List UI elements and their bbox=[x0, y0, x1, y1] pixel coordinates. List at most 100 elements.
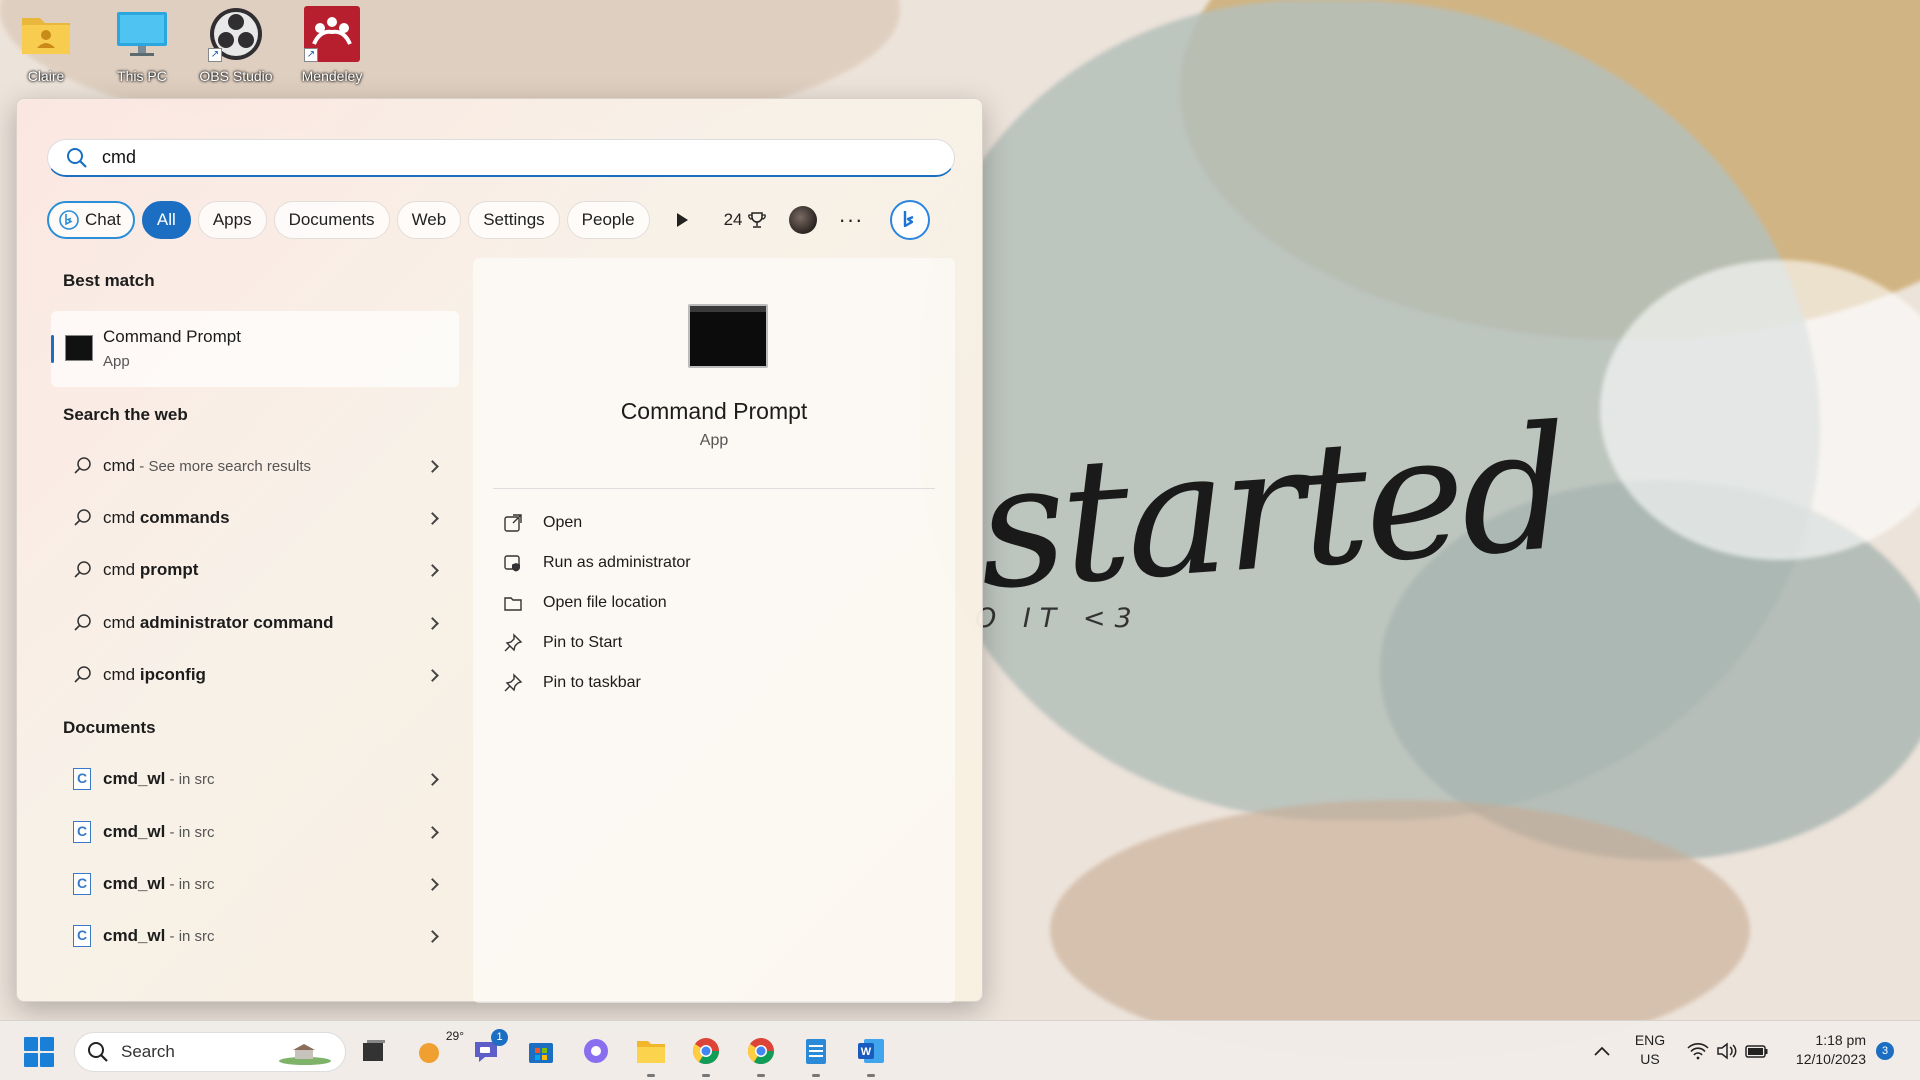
clock[interactable]: 1:18 pm 12/10/2023 bbox=[1786, 1031, 1866, 1069]
action-pin-to-start[interactable]: Pin to Start bbox=[503, 628, 622, 658]
taskbar: Search 29° 1 W ENG US 1:18 pm 12/10/2023… bbox=[0, 1020, 1920, 1080]
pin-icon bbox=[504, 633, 523, 652]
bing-icon bbox=[903, 211, 913, 228]
filter-settings[interactable]: Settings bbox=[468, 201, 560, 239]
document-location: - in src bbox=[165, 928, 215, 945]
clock-date: 12/10/2023 bbox=[1795, 1051, 1866, 1067]
chevron-right-icon[interactable] bbox=[426, 772, 439, 786]
notification-badge[interactable]: 3 bbox=[1876, 1042, 1894, 1060]
chrome-icon bbox=[747, 1038, 775, 1065]
filter-chat[interactable]: Chat bbox=[47, 201, 135, 239]
web-result-row[interactable]: cmd prompt bbox=[51, 548, 459, 592]
show-hidden-icons-button[interactable] bbox=[1584, 1033, 1620, 1069]
search-input[interactable] bbox=[102, 147, 902, 168]
taskbar-chrome-profile-2[interactable] bbox=[743, 1033, 779, 1077]
filter-web[interactable]: Web bbox=[396, 201, 462, 239]
command-prompt-icon bbox=[688, 304, 768, 368]
mendeley-icon: ↗ bbox=[304, 6, 360, 62]
chevron-right-icon[interactable] bbox=[426, 459, 439, 473]
search-icon bbox=[74, 509, 91, 526]
chevron-right-icon[interactable] bbox=[426, 877, 439, 891]
taskbar-search-label: Search bbox=[121, 1042, 175, 1061]
taskbar-file-explorer[interactable] bbox=[633, 1033, 669, 1077]
document-location: - in src bbox=[165, 824, 215, 841]
desktop-icon-obs[interactable]: ↗ OBS Studio bbox=[194, 6, 278, 84]
search-icon bbox=[74, 457, 91, 474]
chevron-right-icon[interactable] bbox=[426, 668, 439, 682]
web-result-prefix: cmd bbox=[103, 456, 136, 475]
search-icon bbox=[74, 614, 91, 631]
desktop-icon-mendeley[interactable]: ↗ Mendeley bbox=[290, 6, 374, 84]
shortcut-arrow-icon: ↗ bbox=[208, 48, 222, 62]
web-result-prefix: cmd bbox=[103, 560, 140, 579]
user-folder-icon bbox=[18, 6, 74, 62]
more-options-icon[interactable]: ··· bbox=[839, 207, 864, 233]
taskbar-chrome-profile-1[interactable] bbox=[688, 1033, 724, 1077]
action-open-file-location[interactable]: Open file location bbox=[503, 588, 667, 618]
document-name: cmd_wl bbox=[103, 822, 166, 841]
preview-app-type: App bbox=[699, 432, 729, 449]
filter-apps[interactable]: Apps bbox=[197, 201, 267, 239]
start-button[interactable] bbox=[24, 1037, 54, 1067]
action-open[interactable]: Open bbox=[503, 508, 582, 538]
pin-icon bbox=[504, 673, 523, 692]
language-indicator[interactable]: ENG US bbox=[1634, 1031, 1666, 1069]
chevron-right-icon[interactable] bbox=[426, 563, 439, 577]
bing-chat-icon bbox=[59, 210, 79, 230]
taskbar-store[interactable] bbox=[523, 1033, 559, 1069]
best-match-item[interactable]: Command Prompt App bbox=[51, 311, 459, 387]
chevron-right-icon[interactable] bbox=[426, 616, 439, 630]
web-result-row[interactable]: cmd administrator command bbox=[51, 601, 459, 645]
document-result-row[interactable]: C cmd_wl - in src bbox=[51, 862, 459, 906]
taskbar-teams[interactable]: 1 bbox=[468, 1029, 508, 1069]
more-filters-arrow-icon[interactable] bbox=[676, 213, 688, 227]
shield-admin-icon bbox=[504, 555, 520, 572]
document-name: cmd_wl bbox=[103, 874, 166, 893]
action-label: Pin to Start bbox=[543, 634, 623, 651]
filter-people[interactable]: People bbox=[566, 201, 650, 239]
taskbar-word[interactable]: W bbox=[853, 1033, 889, 1077]
chevron-right-icon[interactable] bbox=[426, 825, 439, 839]
desktop-icon-claire[interactable]: Claire bbox=[4, 6, 88, 84]
filter-documents[interactable]: Documents bbox=[273, 201, 390, 239]
volume-icon bbox=[1717, 1042, 1737, 1060]
action-run-as-admin[interactable]: Run as administrator bbox=[503, 548, 691, 578]
monitor-icon bbox=[114, 6, 170, 62]
taskbar-search-box[interactable]: Search bbox=[74, 1032, 346, 1072]
search-icon bbox=[67, 147, 87, 168]
filter-all[interactable]: All bbox=[141, 201, 191, 239]
rewards-points[interactable]: 24 bbox=[724, 210, 767, 230]
document-result-row[interactable]: C cmd_wl - in src bbox=[51, 757, 459, 801]
teams-badge: 1 bbox=[491, 1029, 508, 1046]
user-avatar[interactable] bbox=[788, 206, 817, 234]
web-result-bold: prompt bbox=[139, 560, 199, 579]
taskbar-copilot[interactable] bbox=[578, 1033, 614, 1069]
web-result-prefix: cmd bbox=[103, 665, 140, 684]
search-box[interactable] bbox=[47, 139, 955, 177]
filter-chat-label: Chat bbox=[85, 210, 121, 229]
search-filter-bar: Chat All Apps Documents Web Settings Peo… bbox=[47, 200, 930, 240]
web-result-row[interactable]: cmd commands bbox=[51, 496, 459, 540]
web-result-row[interactable]: cmd ipconfig bbox=[51, 653, 459, 697]
file-explorer-icon bbox=[637, 1041, 665, 1063]
task-view-button[interactable] bbox=[356, 1033, 392, 1069]
taskbar-notepad[interactable] bbox=[798, 1033, 834, 1077]
result-preview-pane: Command Prompt App Open Run as administr… bbox=[473, 258, 955, 1003]
web-result-bold: ipconfig bbox=[139, 665, 206, 684]
document-result-row[interactable]: C cmd_wl - in src bbox=[51, 810, 459, 854]
divider bbox=[493, 488, 935, 489]
weather-icon bbox=[419, 1043, 439, 1063]
bing-button[interactable] bbox=[889, 200, 930, 240]
document-result-row[interactable]: C cmd_wl - in src bbox=[51, 914, 459, 958]
action-pin-to-taskbar[interactable]: Pin to taskbar bbox=[503, 668, 641, 698]
chevron-right-icon[interactable] bbox=[426, 929, 439, 943]
chevron-right-icon[interactable] bbox=[426, 511, 439, 525]
action-label: Open bbox=[543, 514, 583, 531]
action-label: Open file location bbox=[543, 594, 667, 611]
battery-status[interactable] bbox=[1739, 1033, 1775, 1069]
web-result-row[interactable]: cmd - See more search results bbox=[51, 444, 459, 488]
weather-temperature: 29° bbox=[445, 1029, 464, 1043]
desktop-icon-this-pc[interactable]: This PC bbox=[100, 6, 184, 84]
preview-app-name: Command Prompt bbox=[620, 398, 808, 424]
taskbar-weather[interactable]: 29° bbox=[414, 1029, 464, 1069]
